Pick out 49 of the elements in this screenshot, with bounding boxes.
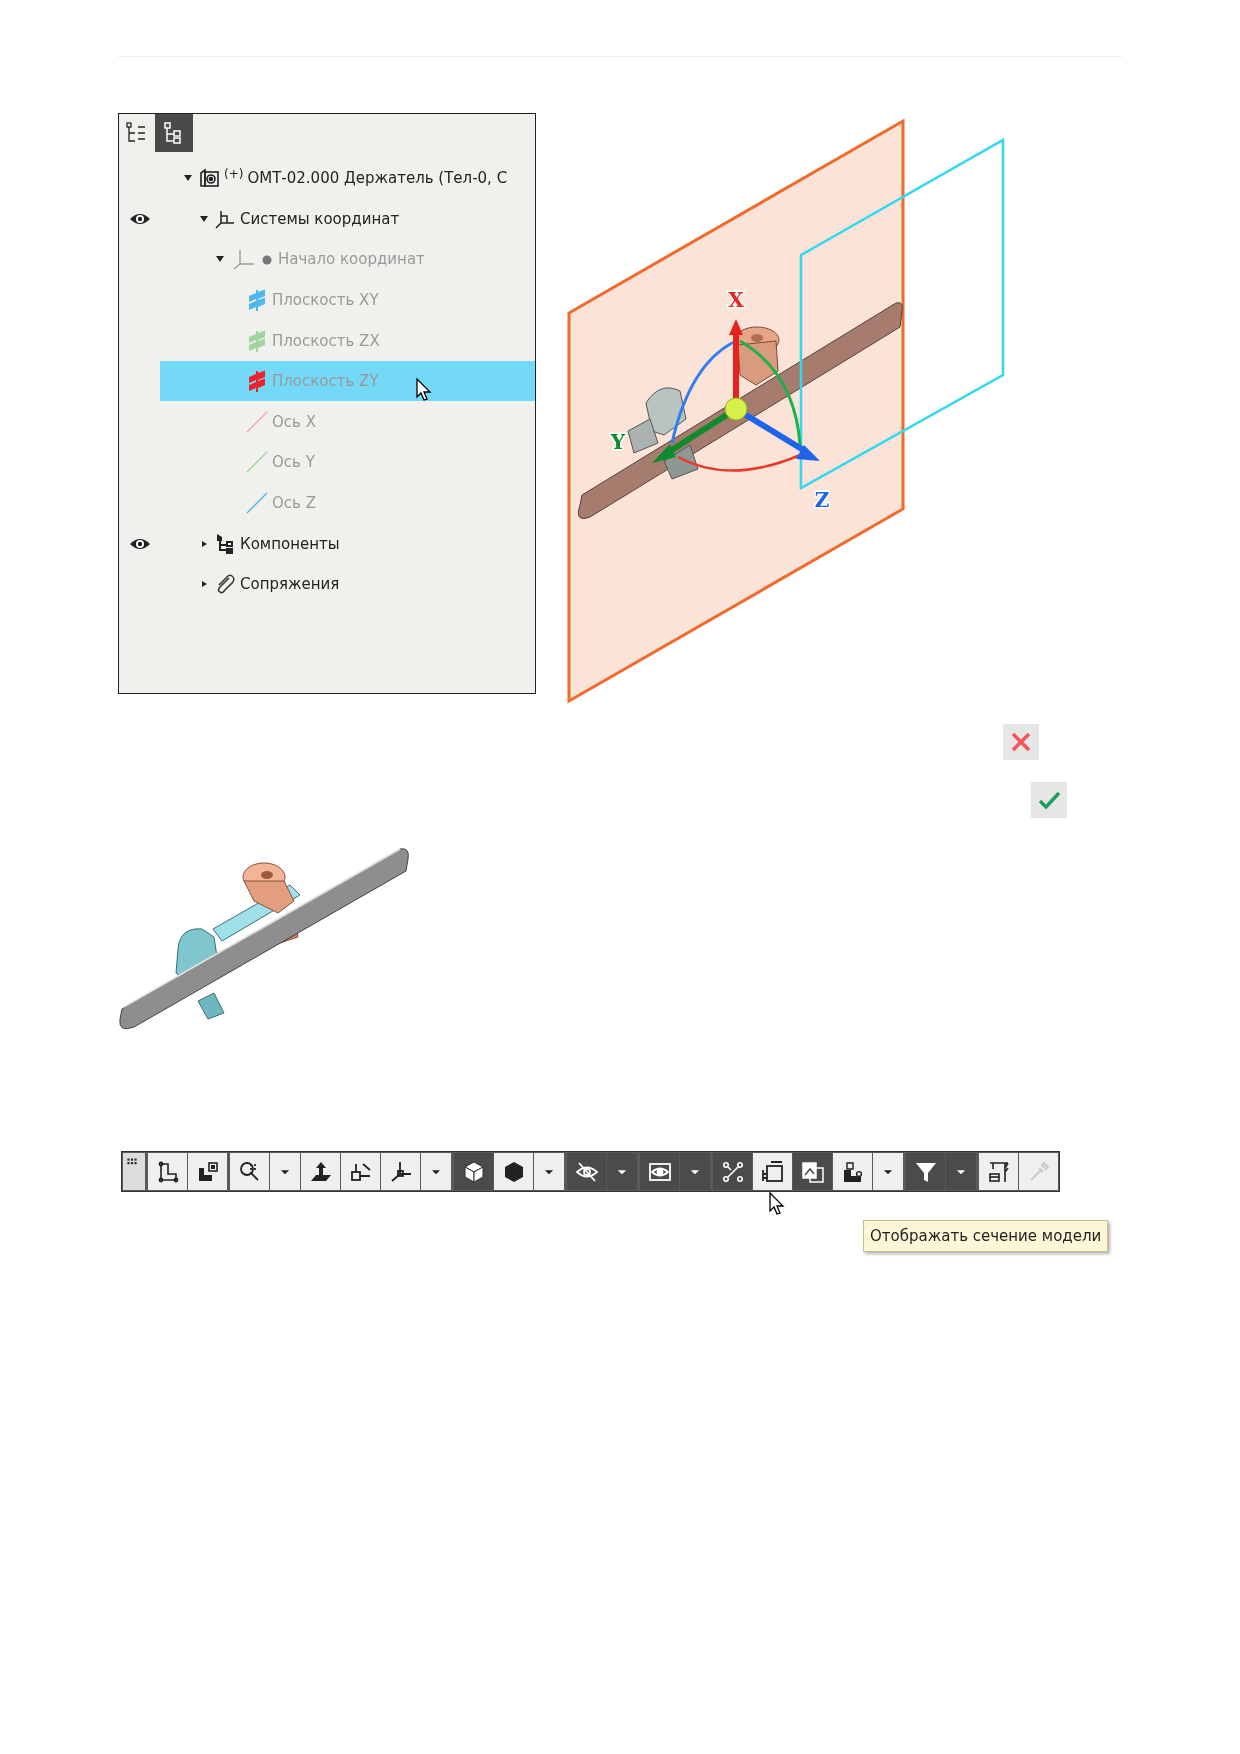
toolbar-button[interactable]	[301, 1153, 340, 1190]
toolbar-button[interactable]	[454, 1153, 493, 1190]
cursor-icon	[769, 1192, 785, 1216]
tree-item[interactable]: Плоскость ZY	[160, 361, 535, 402]
tree-item[interactable]: Ось Z	[160, 483, 535, 524]
cancel-button[interactable]	[1003, 724, 1039, 760]
toolbar-button[interactable]	[753, 1153, 792, 1190]
axis-label: Y	[610, 430, 626, 454]
toolbar-button[interactable]	[833, 1153, 872, 1190]
axis-label: X	[728, 288, 744, 312]
toolbar-button[interactable]	[640, 1153, 679, 1190]
tree-item[interactable]: Плоскость XY	[160, 280, 535, 321]
axis-label: Z	[814, 488, 830, 512]
toolbar-button[interactable]	[381, 1153, 420, 1190]
tree-item[interactable]: (+) ОМТ-02.000 Держатель (Тел-0, С	[160, 158, 535, 199]
tree-item[interactable]: Ось Y	[160, 442, 535, 483]
toolbar-button[interactable]	[567, 1153, 606, 1190]
tree-item[interactable]: Ось X	[160, 401, 535, 442]
tree-item[interactable]: Начало координат	[160, 239, 535, 280]
tree-view-tab[interactable]	[155, 114, 193, 152]
assembly-icon	[198, 167, 220, 190]
toolbar-handle[interactable]	[123, 1153, 145, 1190]
toolbar-button[interactable]	[979, 1153, 1018, 1190]
components-icon	[214, 532, 236, 555]
origin-point	[724, 397, 748, 421]
toolbar-button[interactable]	[713, 1153, 752, 1190]
toolbar-button[interactable]	[793, 1153, 832, 1190]
toolbar-button[interactable]	[230, 1153, 269, 1190]
tree-item[interactable]: Сопряжения	[160, 564, 535, 605]
eye-icon[interactable]	[128, 211, 151, 226]
toolbar-button[interactable]	[494, 1153, 533, 1190]
images-icon	[800, 1159, 825, 1184]
cube-icon	[461, 1159, 486, 1184]
toolbar-button[interactable]	[188, 1153, 227, 1190]
tree-item[interactable]: Компоненты	[160, 523, 535, 564]
close-icon	[1009, 730, 1033, 754]
toolbar-button[interactable]	[341, 1153, 380, 1190]
nodes-icon	[720, 1159, 745, 1184]
ok-button[interactable]	[1031, 782, 1067, 818]
frame-icon	[760, 1159, 785, 1184]
tree-item[interactable]: Системы координат	[160, 198, 535, 239]
eye-icon[interactable]	[128, 536, 151, 551]
expanded-arrow-icon[interactable]	[198, 213, 210, 224]
cursor-icon	[416, 378, 432, 402]
tree-item[interactable]: Плоскость ZX	[160, 320, 535, 361]
toolbar-button[interactable]	[906, 1153, 945, 1190]
toolbar-button[interactable]	[148, 1153, 187, 1190]
tooltip: Отображать сечение модели	[863, 1220, 1109, 1252]
crane-icon	[986, 1159, 1011, 1184]
